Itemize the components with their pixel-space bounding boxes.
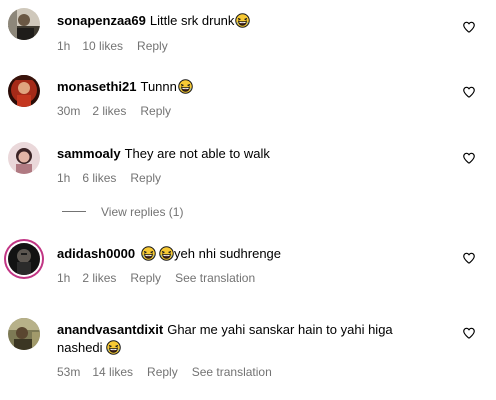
reply-button[interactable]: Reply (130, 271, 161, 285)
comment-time: 1h (57, 171, 71, 185)
comment-body: nashedi (57, 340, 103, 355)
comment-time: 1h (57, 39, 71, 53)
laughing-emoji-icon (106, 340, 121, 355)
laughing-emoji-icon (178, 79, 193, 94)
like-heart-icon[interactable] (462, 151, 476, 165)
comment-text: monasethi21 Tunnn (57, 78, 456, 96)
likes-count[interactable]: 6 likes (82, 171, 116, 185)
comment-time: 1h (57, 271, 71, 285)
avatar-image (8, 75, 40, 107)
comment-meta: 53m 14 likes Reply See translation (57, 365, 286, 380)
comment-meta: 30m 2 likes Reply (57, 104, 185, 119)
like-heart-icon[interactable] (462, 85, 476, 99)
comment-body: Tunnn (140, 79, 177, 94)
comment-meta: 1h 2 likes Reply See translation (57, 271, 269, 286)
likes-count[interactable]: 14 likes (92, 365, 133, 379)
comment-text: sonapenzaa69 Little srk drunk (57, 12, 456, 30)
see-translation-button[interactable]: See translation (192, 365, 272, 379)
username[interactable]: adidash0000 (57, 246, 135, 261)
likes-count[interactable]: 10 likes (82, 39, 123, 53)
comment-time: 30m (57, 104, 81, 118)
username[interactable]: sammoaly (57, 146, 121, 161)
like-heart-icon[interactable] (462, 251, 476, 265)
replies-divider-line (62, 211, 86, 212)
comment-text-continued: nashedi (57, 339, 456, 357)
reply-button[interactable]: Reply (137, 39, 168, 53)
comment-text: adidash0000 yeh nhi sudhrenge (57, 245, 456, 263)
like-heart-icon[interactable] (462, 326, 476, 340)
view-replies-button[interactable]: View replies (1) (62, 205, 183, 220)
avatar[interactable] (8, 318, 40, 350)
like-heart-icon[interactable] (462, 20, 476, 34)
avatar[interactable] (8, 8, 40, 40)
likes-count[interactable]: 2 likes (92, 104, 126, 118)
avatar-image (8, 8, 40, 40)
avatar-with-story-ring[interactable] (8, 243, 40, 275)
comment-time: 53m (57, 365, 81, 379)
likes-count[interactable]: 2 likes (82, 271, 116, 285)
reply-button[interactable]: Reply (130, 171, 161, 185)
avatar[interactable] (8, 75, 40, 107)
reply-button[interactable]: Reply (140, 104, 171, 118)
comment-meta: 1h 6 likes Reply (57, 171, 175, 186)
comment-body: Ghar me yahi sanskar hain to yahi higa (167, 322, 393, 337)
comment-body: yeh nhi sudhrenge (174, 246, 282, 261)
username[interactable]: sonapenzaa69 (57, 13, 146, 28)
view-replies-label: View replies (1) (101, 205, 184, 219)
avatar-image (8, 318, 40, 350)
comment-meta: 1h 10 likes Reply (57, 39, 182, 54)
laughing-emoji-icon (141, 246, 156, 261)
comment-text: sammoaly They are not able to walk (57, 145, 456, 163)
avatar[interactable] (8, 142, 40, 174)
see-translation-button[interactable]: See translation (175, 271, 255, 285)
reply-button[interactable]: Reply (147, 365, 178, 379)
comment-text: anandvasantdixit Ghar me yahi sanskar hai… (57, 321, 456, 339)
avatar-image (8, 142, 40, 174)
comment-body: They are not able to walk (124, 146, 270, 161)
comment-body: Little srk drunk (149, 13, 235, 28)
laughing-emoji-icon (235, 13, 250, 28)
username[interactable]: anandvasantdixit (57, 322, 163, 337)
username[interactable]: monasethi21 (57, 79, 136, 94)
avatar-image (8, 243, 40, 275)
laughing-emoji-icon (159, 246, 174, 261)
